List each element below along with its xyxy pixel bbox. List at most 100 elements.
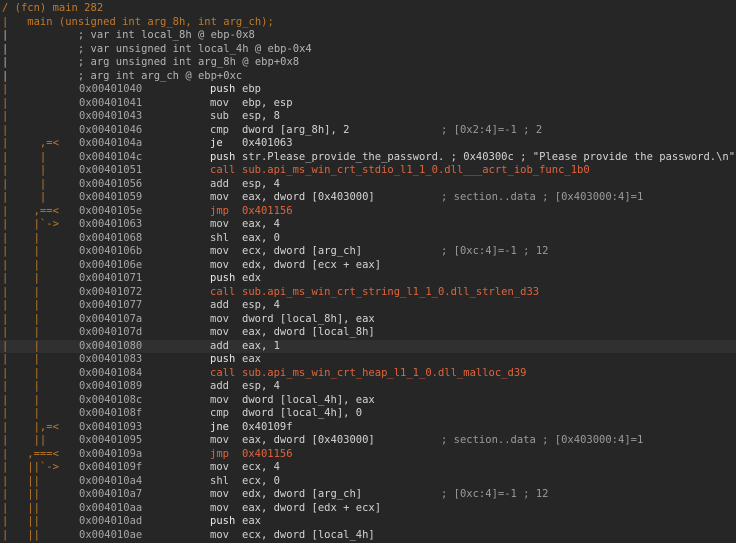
instruction-operands[interactable]: dword [arg_8h], 2	[242, 124, 349, 138]
instruction-row[interactable]: | | 0x00401083 push eax	[0, 353, 736, 367]
instruction-operands[interactable]: ecx, dword [arg_ch]	[242, 245, 362, 259]
instruction-row[interactable]: | | 0x0040107a mov dword [local_8h], eax	[0, 313, 736, 327]
instruction-operands[interactable]: eax, dword [0x403000]	[242, 434, 375, 448]
instruction-operands[interactable]: dword [local_4h], 0	[242, 407, 362, 421]
instruction-row[interactable]: | | 0x0040106b mov ecx, dword [arg_ch] ; [0x…	[0, 245, 736, 259]
instruction-address[interactable]: 0x0040108f	[79, 407, 142, 421]
instruction-address[interactable]: 0x00401059	[79, 191, 142, 205]
instruction-row[interactable]: | |`-> 0x00401063 mov eax, 4	[0, 218, 736, 232]
instruction-address[interactable]: 0x00401095	[79, 434, 142, 448]
instruction-address[interactable]: 0x00401083	[79, 353, 142, 367]
instruction-operands[interactable]: eax, dword [edx + ecx]	[242, 502, 381, 516]
instruction-address[interactable]: 0x0040107a	[79, 313, 142, 327]
instruction-row[interactable]: | ,===< 0x0040109a jmp 0x401156	[0, 448, 736, 462]
instruction-address[interactable]: 0x0040106e	[79, 259, 142, 273]
instruction-operands[interactable]: esp, 4	[242, 178, 280, 192]
instruction-operands[interactable]: 0x40109f	[242, 421, 293, 435]
instruction-row[interactable]: | ,=< 0x0040104a je 0x401063	[0, 137, 736, 151]
instruction-row[interactable]: | 0x00401041 mov ebp, esp	[0, 97, 736, 111]
instruction-row[interactable]: | 0x00401046 cmp dword [arg_8h], 2 ; [0x2:4]…	[0, 124, 736, 138]
instruction-address[interactable]: 0x0040105e	[79, 205, 142, 219]
instruction-operands[interactable]: sub.api_ms_win_crt_heap_l1_1_0.dll_mallo…	[242, 367, 526, 381]
instruction-row[interactable]: | | 0x00401077 add esp, 4	[0, 299, 736, 313]
instruction-address[interactable]: 0x00401093	[79, 421, 142, 435]
instruction-row[interactable]: | | 0x00401089 add esp, 4	[0, 380, 736, 394]
instruction-row[interactable]: | | 0x00401059 mov eax, dword [0x403000] ; s…	[0, 191, 736, 205]
instruction-address[interactable]: 0x004010ad	[79, 515, 142, 529]
instruction-operands[interactable]: ecx, dword [local_4h]	[242, 529, 375, 543]
instruction-operands[interactable]: dword [local_4h], eax	[242, 394, 375, 408]
instruction-operands[interactable]: eax, 0	[242, 232, 280, 246]
instruction-operands[interactable]: ecx, 4	[242, 461, 280, 475]
instruction-row[interactable]: | | 0x00401071 push edx	[0, 272, 736, 286]
instruction-row[interactable]: | | 0x00401072 call sub.api_ms_win_crt_stri…	[0, 286, 736, 300]
instruction-row[interactable]: | ||`-> 0x0040109f mov ecx, 4	[0, 461, 736, 475]
instruction-address[interactable]: 0x00401084	[79, 367, 142, 381]
instruction-operands[interactable]: esp, 4	[242, 299, 280, 313]
instruction-row[interactable]: | || 0x004010a4 shl ecx, 0	[0, 475, 736, 489]
instruction-row[interactable]: | || 0x004010a7 mov edx, dword [arg_ch] ; [0…	[0, 488, 736, 502]
instruction-operands[interactable]: ebp	[242, 83, 261, 97]
instruction-address[interactable]: 0x00401077	[79, 299, 142, 313]
instruction-operands[interactable]: ebp, esp	[242, 97, 293, 111]
instruction-operands[interactable]: eax	[242, 515, 261, 529]
instruction-operands[interactable]: 0x401156	[242, 205, 293, 219]
instruction-address[interactable]: 0x004010a7	[79, 488, 142, 502]
instruction-operands[interactable]: eax	[242, 353, 261, 367]
instruction-row[interactable]: | ,==< 0x0040105e jmp 0x401156	[0, 205, 736, 219]
instruction-row[interactable]: | || 0x004010ae mov ecx, dword [local_4h]	[0, 529, 736, 543]
instruction-address[interactable]: 0x0040108c	[79, 394, 142, 408]
instruction-address[interactable]: 0x00401068	[79, 232, 142, 246]
instruction-operands[interactable]: 0x401156	[242, 448, 293, 462]
instruction-address[interactable]: 0x004010ae	[79, 529, 142, 543]
instruction-operands[interactable]: str.Please_provide_the_password. ; 0x403…	[242, 151, 735, 165]
instruction-operands[interactable]: ecx, 0	[242, 475, 280, 489]
instruction-address[interactable]: 0x00401056	[79, 178, 142, 192]
instruction-address[interactable]: 0x0040106b	[79, 245, 142, 259]
disassembly-view[interactable]: / (fcn) main 282 | main (unsigned int ar…	[0, 0, 736, 543]
instruction-address[interactable]: 0x0040107d	[79, 326, 142, 340]
instruction-address[interactable]: 0x00401063	[79, 218, 142, 232]
instruction-address[interactable]: 0x00401041	[79, 97, 142, 111]
instruction-operands[interactable]: esp, 8	[242, 110, 280, 124]
instruction-address[interactable]: 0x00401040	[79, 83, 142, 97]
instruction-operands[interactable]: sub.api_ms_win_crt_stdio_l1_1_0.dll___ac…	[242, 164, 590, 178]
instruction-operands[interactable]: edx, dword [ecx + eax]	[242, 259, 381, 273]
instruction-address[interactable]: 0x004010a4	[79, 475, 142, 489]
instruction-row[interactable]: | | 0x00401068 shl eax, 0	[0, 232, 736, 246]
instruction-row[interactable]: | || 0x004010aa mov eax, dword [edx + ecx]	[0, 502, 736, 516]
instruction-operands[interactable]: eax, 1	[242, 340, 280, 354]
instruction-address[interactable]: 0x0040104c	[79, 151, 142, 165]
instruction-address[interactable]: 0x004010aa	[79, 502, 142, 516]
instruction-row[interactable]: | | 0x00401080 add eax, 1	[0, 339, 736, 354]
instruction-address[interactable]: 0x00401071	[79, 272, 142, 286]
instruction-operands[interactable]: esp, 4	[242, 380, 280, 394]
instruction-operands[interactable]: 0x401063	[242, 137, 293, 151]
instruction-row[interactable]: | | 0x00401084 call sub.api_ms_win_crt_heap…	[0, 367, 736, 381]
instruction-row[interactable]: | | 0x0040106e mov edx, dword [ecx + eax]	[0, 259, 736, 273]
instruction-address[interactable]: 0x0040109a	[79, 448, 142, 462]
instruction-address[interactable]: 0x00401046	[79, 124, 142, 138]
instruction-row[interactable]: | | 0x00401051 call sub.api_ms_win_crt_stdi…	[0, 164, 736, 178]
instruction-row[interactable]: | |,=< 0x00401093 jne 0x40109f	[0, 421, 736, 435]
instruction-row[interactable]: | 0x00401043 sub esp, 8	[0, 110, 736, 124]
instruction-address[interactable]: 0x0040109f	[79, 461, 142, 475]
instruction-operands[interactable]: sub.api_ms_win_crt_string_l1_1_0.dll_str…	[242, 286, 539, 300]
instruction-operands[interactable]: dword [local_8h], eax	[242, 313, 375, 327]
instruction-row[interactable]: | | 0x0040104c push str.Please_provide_the_…	[0, 151, 736, 165]
instruction-row[interactable]: | | 0x00401056 add esp, 4	[0, 178, 736, 192]
instruction-operands[interactable]: eax, dword [0x403000]	[242, 191, 375, 205]
instruction-address[interactable]: 0x00401072	[79, 286, 142, 300]
instruction-row[interactable]: | | 0x0040107d mov eax, dword [local_8h]	[0, 326, 736, 340]
instruction-operands[interactable]: eax, dword [local_8h]	[242, 326, 375, 340]
instruction-address[interactable]: 0x00401051	[79, 164, 142, 178]
instruction-operands[interactable]: eax, 4	[242, 218, 280, 232]
instruction-row[interactable]: | 0x00401040 push ebp	[0, 83, 736, 97]
instruction-address[interactable]: 0x00401043	[79, 110, 142, 124]
instruction-row[interactable]: | | 0x0040108c mov dword [local_4h], eax	[0, 394, 736, 408]
instruction-address[interactable]: 0x00401089	[79, 380, 142, 394]
instruction-row[interactable]: | | 0x0040108f cmp dword [local_4h], 0	[0, 407, 736, 421]
instruction-address[interactable]: 0x00401080	[79, 340, 142, 354]
instruction-row[interactable]: | || 0x004010ad push eax	[0, 515, 736, 529]
instruction-operands[interactable]: edx, dword [arg_ch]	[242, 488, 362, 502]
